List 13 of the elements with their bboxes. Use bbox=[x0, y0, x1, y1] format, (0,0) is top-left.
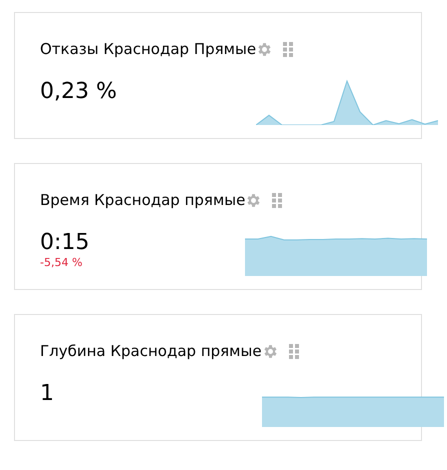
metric-value: 1 bbox=[40, 380, 55, 406]
settings-icon[interactable] bbox=[256, 40, 274, 58]
widget-title: Время Краснодар прямые bbox=[40, 190, 246, 211]
metric-value: 0,23 % bbox=[40, 78, 118, 104]
widget-title: Глубина Краснодар прямые bbox=[40, 341, 262, 362]
settings-icon[interactable] bbox=[262, 342, 279, 360]
drag-handle-icon[interactable] bbox=[288, 344, 299, 358]
metric-value: 0:15 bbox=[40, 230, 90, 256]
change-percent: -5,54 % bbox=[40, 256, 84, 270]
drag-handle-icon[interactable] bbox=[283, 42, 294, 56]
drag-handle-icon[interactable] bbox=[272, 192, 282, 208]
settings-icon[interactable] bbox=[245, 192, 262, 208]
widget-title: Отказы Краснодар Прямые bbox=[40, 39, 256, 60]
